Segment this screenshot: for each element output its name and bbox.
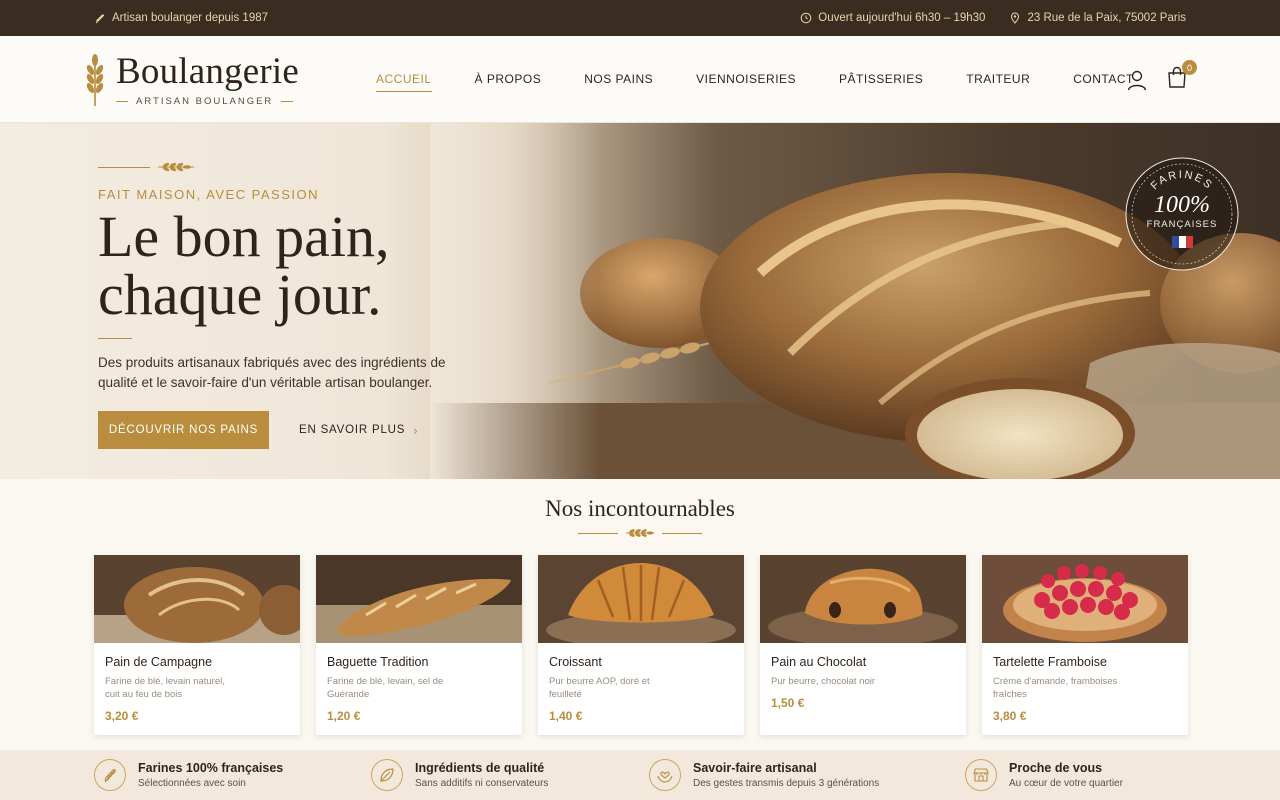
product-card-baguette-tradition[interactable]: Baguette Tradition Farine de blé, levain… <box>316 555 522 735</box>
learn-more-label: EN SAVOIR PLUS <box>299 424 406 436</box>
feature-craftsmanship: Savoir-faire artisanal Des gestes transm… <box>649 759 879 791</box>
store-address: 23 Rue de la Paix, 75002 Paris <box>1027 12 1186 24</box>
leaf-icon <box>371 759 403 791</box>
top-info-bar: Artisan boulanger depuis 1987 Ouvert auj… <box>0 0 1280 36</box>
tagline-rule <box>281 101 294 102</box>
nav-patisseries[interactable]: PÂTISSERIES <box>839 72 923 92</box>
product-image <box>538 555 744 643</box>
wheat-logo-icon <box>86 54 104 106</box>
headline-line-2: chaque jour. <box>98 262 382 327</box>
feature-title: Proche de vous <box>1009 761 1103 775</box>
product-price: 1,50 € <box>771 696 805 710</box>
product-card-tartelette-framboise[interactable]: Tartelette Framboise Crème d'amande, fra… <box>982 555 1188 735</box>
storefront-icon <box>965 759 997 791</box>
product-price: 3,20 € <box>105 709 139 723</box>
product-description: Pur beurre, chocolat noir <box>771 676 876 687</box>
feature-subtitle: Des gestes transmis depuis 3 générations <box>693 778 880 789</box>
nav-a-propos[interactable]: À PROPOS <box>475 72 542 92</box>
chevron-right-icon: › <box>413 422 419 438</box>
hero-headline: Le bon pain, chaque jour. <box>98 208 518 324</box>
product-name: Baguette Tradition <box>327 655 429 669</box>
feature-subtitle: Sélectionnées avec soin <box>138 778 246 789</box>
topbar-left: Artisan boulanger depuis 1987 <box>94 12 268 24</box>
product-card-croissant[interactable]: Croissant Pur beurre AOP, doré et feuill… <box>538 555 744 735</box>
nav-nos-pains[interactable]: NOS PAINS <box>584 72 653 92</box>
product-price: 3,80 € <box>993 709 1027 723</box>
hero-description: Des produits artisanaux fabriqués avec d… <box>98 355 446 390</box>
site-header: Boulangerie ARTISAN BOULANGER ACCUEIL À … <box>0 36 1280 123</box>
product-price: 1,40 € <box>549 709 583 723</box>
nav-accueil[interactable]: ACCUEIL <box>376 72 432 92</box>
nav-traiteur[interactable]: TRAITEUR <box>966 72 1030 92</box>
product-image <box>94 555 300 643</box>
brand-tagline: ARTISAN BOULANGER <box>116 96 299 107</box>
features-strip: Farines 100% françaises Sélectionnées av… <box>0 750 1280 800</box>
seal-percent-text: 100% <box>1154 192 1210 218</box>
feature-french-flour: Farines 100% françaises Sélectionnées av… <box>94 759 283 791</box>
product-card-pain-au-chocolat[interactable]: Pain au Chocolat Pur beurre, chocolat no… <box>760 555 966 735</box>
hero-kicker: FAIT MAISON, AVEC PASSION <box>98 187 319 202</box>
feature-subtitle: Sans additifs ni conservateurs <box>415 778 549 789</box>
product-name: Tartelette Framboise <box>993 655 1107 669</box>
tagline-text: ARTISAN BOULANGER <box>136 96 274 107</box>
hero-divider <box>98 338 132 339</box>
french-flour-seal: FARINES 100% FRANÇAISES <box>1125 157 1239 271</box>
product-price: 1,20 € <box>327 709 361 723</box>
wheat-ornament-icon <box>158 162 194 172</box>
feature-quality-ingredients: Ingrédients de qualité Sans additifs ni … <box>371 759 548 791</box>
location-pin-icon <box>1011 12 1020 24</box>
wheat-ornament-icon <box>626 529 654 537</box>
hero-ornament <box>98 161 518 173</box>
tagline-rule <box>116 101 128 102</box>
brand-name: Boulangerie <box>116 51 300 92</box>
french-flag-icon <box>1172 236 1193 248</box>
product-image <box>316 555 522 643</box>
main-nav: ACCUEIL À PROPOS NOS PAINS VIENNOISERIES… <box>376 72 1134 92</box>
nav-viennoiseries[interactable]: VIENNOISERIES <box>696 72 796 92</box>
feature-title: Farines 100% françaises <box>138 761 284 775</box>
product-description: Farine de blé, levain, sel de Guérande <box>327 676 444 700</box>
seal-bottom-text: FRANÇAISES <box>1147 219 1218 230</box>
feature-subtitle: Au cœur de votre quartier <box>1009 778 1123 789</box>
product-description: Pur beurre AOP, doré et feuilleté <box>549 676 650 700</box>
headline-line-1: Le bon pain, <box>98 204 390 269</box>
wheat-small-icon <box>95 14 105 24</box>
cart-count-badge: 0 <box>1182 60 1197 75</box>
cart-button[interactable]: 0 <box>1166 60 1197 93</box>
product-name: Croissant <box>549 655 602 669</box>
opening-hours: Ouvert aujourd'hui 6h30 – 19h30 <box>818 12 986 24</box>
product-grid: Pain de Campagne Farine de blé, levain n… <box>94 555 1188 735</box>
product-description: Farine de blé, levain naturel, cuit au f… <box>105 676 225 700</box>
product-name: Pain de Campagne <box>105 655 213 669</box>
nav-contact[interactable]: CONTACT <box>1073 72 1134 92</box>
product-card-pain-de-campagne[interactable]: Pain de Campagne Farine de blé, levain n… <box>94 555 300 735</box>
wheat-icon <box>94 759 126 791</box>
section-ornament <box>578 527 702 539</box>
hands-heart-icon <box>649 759 681 791</box>
feature-title: Ingrédients de qualité <box>415 761 545 775</box>
logo[interactable]: Boulangerie ARTISAN BOULANGER <box>84 53 299 107</box>
heritage-text: Artisan boulanger depuis 1987 <box>112 12 269 24</box>
product-image <box>982 555 1188 643</box>
hero-copy: FAIT MAISON, AVEC PASSION Le bon pain, c… <box>98 161 518 449</box>
section-title: Nos incontournables <box>545 496 735 521</box>
clock-icon <box>800 12 812 24</box>
user-account-icon[interactable] <box>1126 69 1148 91</box>
product-image <box>760 555 966 643</box>
feature-nearby: Proche de vous Au cœur de votre quartier <box>965 759 1123 791</box>
product-description: Crème d'amande, framboises fraîches <box>993 676 1118 700</box>
discover-breads-button[interactable]: DÉCOUVRIR NOS PAINS <box>98 411 269 449</box>
feature-title: Savoir-faire artisanal <box>693 761 817 775</box>
hero-banner: FAIT MAISON, AVEC PASSION Le bon pain, c… <box>0 123 1280 479</box>
product-name: Pain au Chocolat <box>771 655 867 669</box>
learn-more-link[interactable]: EN SAVOIR PLUS › <box>299 423 418 438</box>
